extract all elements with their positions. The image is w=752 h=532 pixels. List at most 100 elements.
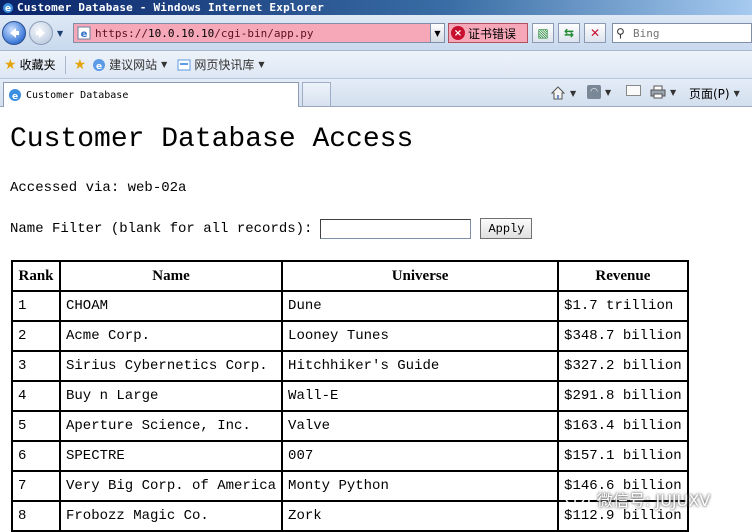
universe-cell: 007 — [281, 440, 560, 472]
name-cell: SPECTRE — [58, 440, 284, 472]
ie-logo-icon: e — [3, 2, 13, 14]
rank-cell: 1 — [11, 290, 61, 322]
table-row: 4 Buy n Large Wall-E $291.8 billion — [11, 380, 689, 412]
print-button[interactable]: ▼ — [650, 85, 676, 99]
table-row: 3 Sirius Cybernetics Corp. Hitchhiker's … — [11, 350, 689, 382]
web-slice-gallery-label: 网页快讯库 — [194, 58, 255, 72]
name-cell: Frobozz Magic Co. — [58, 500, 284, 532]
column-header-name: Name — [58, 260, 284, 292]
rank-cell: 2 — [11, 320, 61, 352]
column-header-universe: Universe — [281, 260, 560, 292]
favorites-button[interactable]: ★ 收藏夹 — [4, 56, 56, 73]
recent-pages-dropdown-icon[interactable]: ▼ — [57, 29, 63, 38]
svg-text:e: e — [81, 29, 88, 40]
forward-arrow-icon — [36, 28, 45, 38]
universe-cell: Monty Python — [281, 470, 560, 502]
name-cell: Aperture Science, Inc. — [58, 410, 284, 442]
apply-button[interactable]: Apply — [480, 218, 533, 239]
compatibility-view-icon: ▧ — [537, 26, 549, 40]
add-favorite-icon[interactable]: ★ — [74, 57, 87, 73]
svg-text:e: e — [5, 4, 11, 14]
ie-page-icon: e — [93, 58, 106, 72]
universe-cell: Hitchhiker's Guide — [281, 350, 560, 382]
back-button[interactable] — [2, 21, 26, 45]
revenue-cell: $291.8 billion — [557, 380, 689, 412]
revenue-cell: $348.7 billion — [557, 320, 689, 352]
shield-error-icon: × — [451, 26, 465, 40]
table-header-row: Rank Name Universe Revenue — [11, 260, 689, 292]
url-host: 10.0.10.10 — [147, 26, 215, 40]
favorites-bar: ★ 收藏夹 ★ e 建议网站 ▼ 网页快讯库 ▼ — [0, 51, 752, 79]
home-button[interactable]: ▼ — [550, 85, 576, 101]
column-header-revenue: Revenue — [557, 260, 689, 292]
chevron-down-icon: ▼ — [670, 87, 677, 97]
svg-text:e: e — [96, 62, 102, 72]
page-icon: e — [77, 26, 91, 40]
tab-label: Customer Database — [26, 89, 129, 101]
refresh-button[interactable]: ⇆ — [558, 23, 580, 43]
name-filter-label: Name Filter (blank for all records): — [10, 220, 313, 237]
universe-cell: Looney Tunes — [281, 320, 560, 352]
table-row: 1 CHOAM Dune $1.7 trillion — [11, 290, 689, 322]
printer-icon — [650, 85, 666, 99]
universe-cell: Zork — [281, 500, 560, 532]
name-cell: Sirius Cybernetics Corp. — [58, 350, 284, 382]
chevron-down-icon: ▼ — [258, 60, 265, 69]
chevron-down-icon: ▼ — [570, 88, 577, 98]
address-url[interactable]: https://10.0.10.10/cgi-bin/app.py — [95, 27, 430, 40]
address-dropdown-button[interactable]: ▼ — [430, 24, 444, 42]
new-tab-button[interactable] — [302, 82, 331, 106]
compatibility-view-button[interactable]: ▧ — [532, 23, 554, 43]
search-box[interactable]: ⚲ — [612, 23, 752, 43]
web-slice-icon — [177, 59, 191, 70]
chevron-down-icon: ▼ — [161, 60, 168, 69]
home-icon — [550, 86, 566, 100]
watermark-text: 微信号: JUJUXV — [597, 491, 711, 510]
feeds-button[interactable]: ◠ ▼ — [587, 85, 611, 99]
page-menu-label: 页面(P) — [689, 87, 730, 101]
search-input[interactable] — [633, 26, 743, 40]
web-slice-gallery-link[interactable]: 网页快讯库 ▼ — [177, 56, 264, 73]
window-titlebar: e Customer Database - Windows Internet E… — [0, 0, 752, 15]
rank-cell: 4 — [11, 380, 61, 412]
name-cell: CHOAM — [58, 290, 284, 322]
revenue-cell: $327.2 billion — [557, 350, 689, 382]
url-prefix: https:// — [95, 26, 148, 40]
tab-strip: e Customer Database ▼ ◠ ▼ ▼ 页面(P) ▼ — [0, 79, 752, 107]
refresh-icon: ⇆ — [563, 26, 575, 40]
table-row: 5 Aperture Science, Inc. Valve $163.4 bi… — [11, 410, 689, 442]
stop-button[interactable]: ✕ — [584, 23, 606, 43]
accessed-via-text: Accessed via: web-02a — [10, 180, 187, 196]
url-path: /cgi-bin/app.py — [214, 26, 314, 40]
column-header-rank: Rank — [11, 260, 61, 292]
forward-button[interactable] — [29, 21, 53, 45]
page-title: Customer Database Access — [10, 124, 414, 155]
name-cell: Very Big Corp. of America — [58, 470, 284, 502]
close-icon: ✕ — [589, 26, 601, 40]
certificate-error-button[interactable]: × 证书错误 — [448, 23, 528, 43]
favorites-label: 收藏夹 — [19, 58, 56, 72]
suggested-sites-link[interactable]: e 建议网站 ▼ — [92, 56, 167, 73]
name-filter-input[interactable] — [320, 218, 472, 239]
star-icon: ★ — [4, 56, 17, 73]
revenue-cell: $163.4 billion — [557, 410, 689, 442]
name-cell: Acme Corp. — [58, 320, 284, 352]
read-mail-button[interactable] — [626, 85, 641, 96]
revenue-cell: $157.1 billion — [557, 440, 689, 472]
page-content: Customer Database Access Accessed via: w… — [0, 108, 752, 532]
wechat-icon — [565, 490, 590, 508]
back-arrow-icon — [10, 28, 19, 38]
watermark: 微信号: JUJUXV — [565, 487, 710, 511]
name-cell: Buy n Large — [58, 380, 284, 412]
mail-icon — [626, 85, 641, 96]
tab-customer-database[interactable]: e Customer Database — [3, 82, 299, 107]
universe-cell: Valve — [281, 410, 560, 442]
revenue-cell: $1.7 trillion — [557, 290, 689, 322]
address-bar[interactable]: e https://10.0.10.10/cgi-bin/app.py ▼ — [73, 23, 445, 43]
table-row: 2 Acme Corp. Looney Tunes $348.7 billion — [11, 320, 689, 352]
universe-cell: Wall-E — [281, 380, 560, 412]
navigation-toolbar: ▼ e https://10.0.10.10/cgi-bin/app.py ▼ … — [0, 15, 752, 51]
window-title: Customer Database - Windows Internet Exp… — [17, 1, 325, 14]
page-menu-button[interactable]: 页面(P) ▼ — [689, 85, 740, 102]
svg-text:e: e — [12, 92, 18, 102]
